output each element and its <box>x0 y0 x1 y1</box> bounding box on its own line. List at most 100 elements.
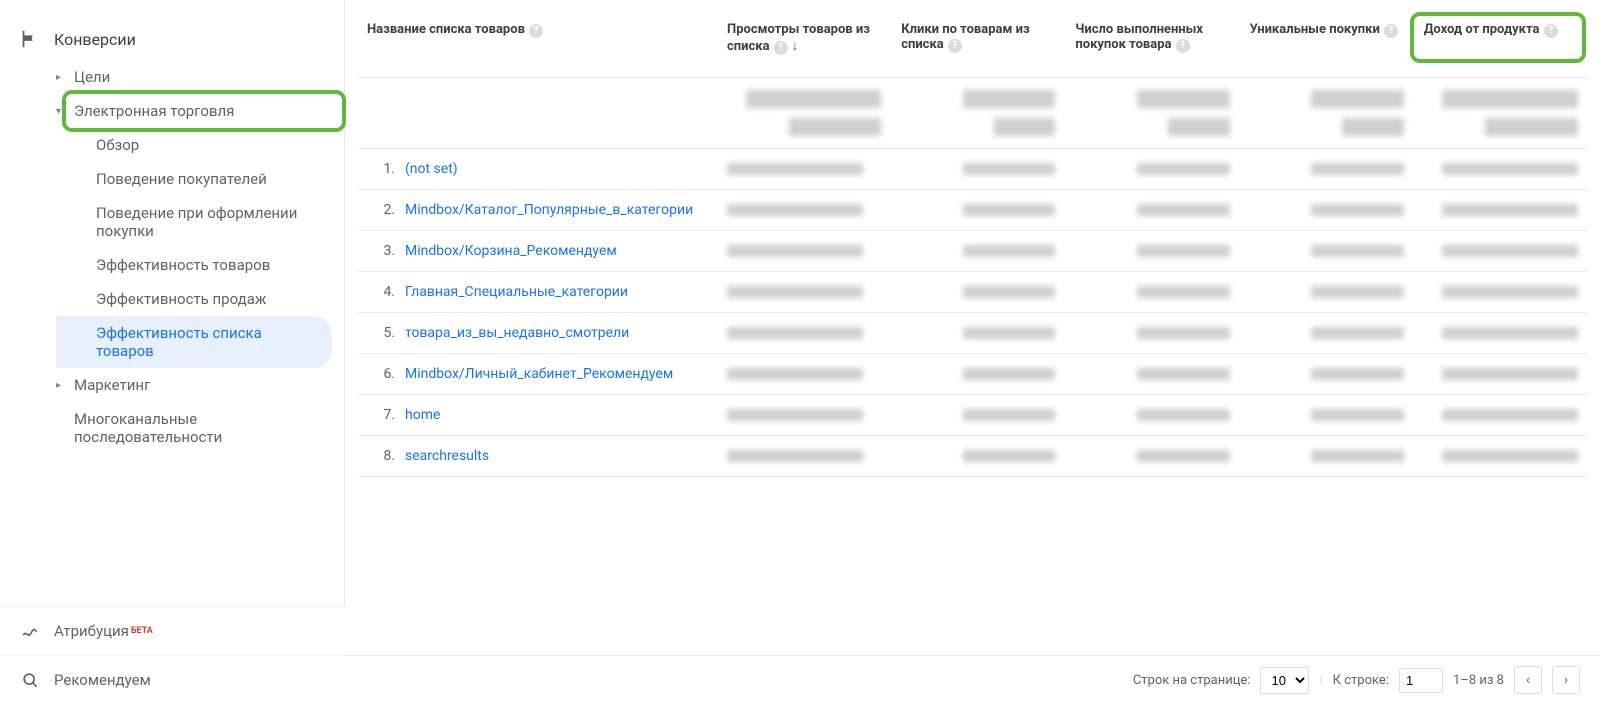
sidebar-item-4[interactable]: Поведение при оформлении покупки <box>56 196 332 248</box>
data-cell <box>717 395 891 436</box>
data-cell <box>1414 354 1588 395</box>
row-index: 1. <box>367 161 395 177</box>
sidebar-item-0[interactable]: ▸Цели <box>56 60 332 94</box>
caret-icon: ▸ <box>56 380 66 391</box>
column-header-3[interactable]: Число выполненных покупок товара? <box>1065 0 1239 78</box>
sidebar-item-3[interactable]: Поведение покупателей <box>56 162 332 196</box>
table-row: 6. Mindbox/Личный_кабинет_Рекомендуем <box>357 354 1588 395</box>
pager-goto-input[interactable] <box>1399 668 1443 693</box>
help-icon[interactable]: ? <box>774 41 788 55</box>
sidebar-item-label: Эффективность продаж <box>96 290 266 308</box>
data-cell <box>1065 272 1239 313</box>
product-list-link[interactable]: товара_из_вы_недавно_смотрели <box>405 325 629 341</box>
sidebar-item-5[interactable]: Эффективность товаров <box>56 248 332 282</box>
table-row: 3.Mindbox/Корзина_Рекомендуем <box>357 231 1588 272</box>
data-cell <box>717 190 891 231</box>
table-row: 7. home <box>357 395 1588 436</box>
product-list-link[interactable]: Mindbox/Личный_кабинет_Рекомендуем <box>405 366 673 382</box>
data-cell <box>717 231 891 272</box>
data-cell <box>891 354 1065 395</box>
data-cell <box>1065 149 1239 190</box>
sidebar-item-label: Цели <box>74 68 110 86</box>
pager-range: 1–8 из 8 <box>1453 673 1504 688</box>
sidebar-item-6[interactable]: Эффективность продаж <box>56 282 332 316</box>
sidebar-item-label: Поведение при оформлении покупки <box>96 204 320 240</box>
data-cell <box>891 149 1065 190</box>
nav-attribution[interactable]: Атрибуция БЕТА <box>0 606 345 655</box>
pager-rows-label: Строк на странице: <box>1133 673 1251 688</box>
row-index: 7. <box>367 407 395 423</box>
data-cell <box>1414 436 1588 477</box>
data-cell <box>717 149 891 190</box>
data-cell <box>1414 149 1588 190</box>
sidebar-item-9[interactable]: Многоканальные последовательности <box>56 402 332 454</box>
product-list-link[interactable]: Главная_Специальные_категории <box>405 284 628 300</box>
product-list-link[interactable]: (not set) <box>405 161 458 177</box>
data-cell <box>1240 395 1414 436</box>
data-cell <box>1065 436 1239 477</box>
table-pager: Строк на странице: 10 | К строке: 1–8 из… <box>345 655 1600 704</box>
product-list-link[interactable]: Mindbox/Каталог_Популярные_в_категории <box>405 202 693 218</box>
data-cell <box>717 313 891 354</box>
pager-prev-button[interactable]: ‹ <box>1514 666 1542 694</box>
table-row: 1. (not set) <box>357 149 1588 190</box>
data-cell <box>1065 190 1239 231</box>
table-row: 2. Mindbox/Каталог_Популярные_в_категории <box>357 190 1588 231</box>
data-cell <box>1240 354 1414 395</box>
data-cell <box>717 354 891 395</box>
row-index: 8. <box>367 448 395 464</box>
data-cell <box>1414 313 1588 354</box>
sidebar-nav: Конверсии ▸Цели▾Электронная торговляОбзо… <box>0 0 345 704</box>
column-header-4[interactable]: Уникальные покупки? <box>1240 0 1414 78</box>
row-index: 4. <box>367 284 395 300</box>
column-header-1[interactable]: Просмотры товаров из списка?↓ <box>717 0 891 78</box>
data-cell <box>891 395 1065 436</box>
sidebar-item-label: Эффективность товаров <box>96 256 270 274</box>
column-header-label: Название списка товаров <box>367 22 525 37</box>
column-header-0[interactable]: Название списка товаров? <box>357 0 717 78</box>
row-index: 6. <box>367 366 395 382</box>
data-cell <box>1065 395 1239 436</box>
data-cell <box>1240 436 1414 477</box>
sidebar-item-label: Эффективность списка товаров <box>96 324 320 360</box>
data-cell <box>1240 190 1414 231</box>
attribution-icon <box>20 621 40 641</box>
sidebar-item-1[interactable]: ▾Электронная торговля <box>56 94 332 128</box>
column-header-5[interactable]: Доход от продукта? <box>1414 0 1588 78</box>
product-list-link[interactable]: searchresults <box>405 448 489 464</box>
data-cell <box>717 272 891 313</box>
product-list-link[interactable]: home <box>405 407 440 423</box>
sidebar-item-8[interactable]: ▸Маркетинг <box>56 368 332 402</box>
help-icon[interactable]: ? <box>1176 39 1190 53</box>
help-icon[interactable]: ? <box>948 39 962 53</box>
table-row: 4. Главная_Специальные_категории <box>357 272 1588 313</box>
sidebar-item-7[interactable]: Эффективность списка товаров <box>56 316 332 368</box>
column-header-label: Уникальные покупки <box>1250 22 1380 37</box>
pager-rows-select[interactable]: 10 <box>1260 667 1309 694</box>
nav-section-conversions[interactable]: Конверсии <box>0 18 344 60</box>
help-icon[interactable]: ? <box>529 24 543 38</box>
nav-attribution-label: Атрибуция <box>54 622 129 640</box>
sidebar-item-label: Электронная торговля <box>74 102 234 120</box>
data-cell <box>1414 395 1588 436</box>
beta-badge: БЕТА <box>131 626 153 636</box>
help-icon[interactable]: ? <box>1544 24 1558 38</box>
data-cell <box>1065 313 1239 354</box>
discover-icon <box>20 670 40 690</box>
summary-row <box>357 78 1588 149</box>
table-row: 8. searchresults <box>357 436 1588 477</box>
sidebar-item-2[interactable]: Обзор <box>56 128 332 162</box>
data-cell <box>1414 272 1588 313</box>
pager-next-button[interactable]: › <box>1552 666 1580 694</box>
help-icon[interactable]: ? <box>1384 24 1398 38</box>
product-list-link[interactable]: Mindbox/Корзина_Рекомендуем <box>405 243 617 259</box>
nav-discover[interactable]: Рекомендуем <box>0 655 345 704</box>
row-index: 2. <box>367 202 395 218</box>
data-cell <box>1065 231 1239 272</box>
column-header-label: Доход от продукта <box>1424 22 1540 37</box>
sidebar-bottom: Атрибуция БЕТА Рекомендуем <box>0 606 345 704</box>
table-row: 5. товара_из_вы_недавно_смотрели <box>357 313 1588 354</box>
row-index: 5. <box>367 325 395 341</box>
column-header-2[interactable]: Клики по товарам из списка? <box>891 0 1065 78</box>
data-cell <box>1240 272 1414 313</box>
